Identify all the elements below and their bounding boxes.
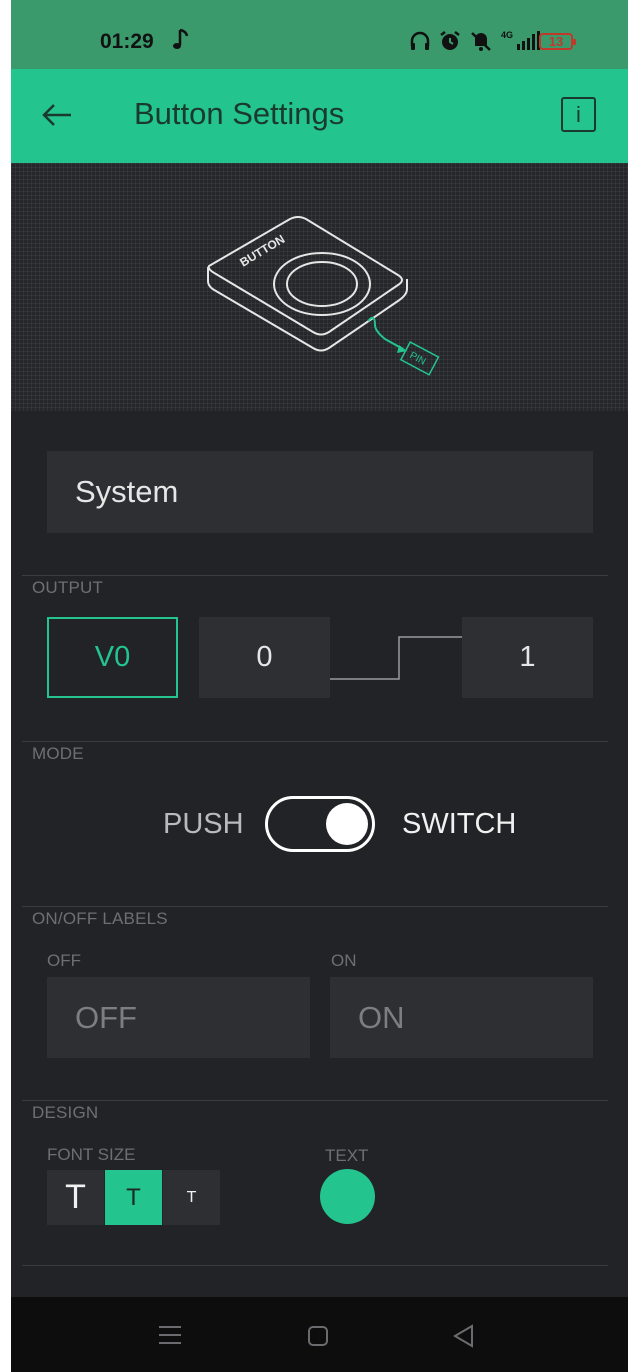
status-bar: 01:29 4G 13 — [11, 0, 628, 69]
widget-name-input[interactable]: System — [47, 451, 593, 533]
toggle-knob — [326, 803, 368, 845]
text-color-label: TEXT — [325, 1146, 369, 1165]
page-title: Button Settings — [134, 96, 345, 131]
step-wave-icon — [330, 636, 462, 680]
font-size-large-button[interactable]: T — [47, 1170, 104, 1225]
divider — [22, 741, 608, 742]
text-color-swatch[interactable] — [320, 1169, 375, 1224]
mode-push-label[interactable]: PUSH — [163, 808, 244, 841]
menu-icon[interactable] — [158, 1325, 182, 1345]
status-time: 01:29 — [100, 30, 154, 53]
divider — [22, 1100, 608, 1101]
mode-toggle[interactable] — [265, 796, 375, 852]
battery-icon: 13 — [539, 33, 576, 50]
button-widget-illustration: BUTTON PIN — [207, 216, 440, 376]
on-field-label: ON — [331, 951, 357, 970]
divider — [22, 1265, 608, 1266]
off-label-input[interactable]: OFF — [47, 977, 310, 1058]
mode-switch-label[interactable]: SWITCH — [402, 808, 516, 841]
info-button[interactable]: i — [561, 97, 596, 132]
back-nav-icon[interactable] — [452, 1324, 474, 1348]
design-section-label: DESIGN — [32, 1103, 99, 1122]
mute-icon — [471, 32, 491, 51]
mode-section-label: MODE — [32, 744, 84, 763]
pin-select-button[interactable]: V0 — [47, 617, 178, 698]
phone-screen: 01:29 4G 13 Button Settings i BUTTON PIN… — [11, 0, 628, 1372]
low-value-input[interactable]: 0 — [199, 617, 330, 698]
widget-preview: BUTTON PIN — [11, 163, 628, 411]
on-label-input[interactable]: ON — [330, 977, 593, 1058]
off-field-label: OFF — [47, 951, 81, 970]
pin-value: V0 — [94, 641, 131, 673]
output-section-label: OUTPUT — [32, 578, 104, 597]
battery-level: 13 — [548, 34, 564, 49]
high-value-input[interactable]: 1 — [462, 617, 593, 698]
labels-section-label: ON/OFF LABELS — [32, 909, 168, 928]
divider — [22, 575, 608, 576]
low-value: 0 — [256, 641, 273, 673]
alarm-icon — [440, 31, 460, 50]
app-bar: Button Settings i — [11, 69, 628, 163]
arrow-left-icon[interactable] — [41, 102, 73, 128]
font-size-label: FONT SIZE — [47, 1145, 136, 1164]
info-icon: i — [576, 101, 581, 127]
music-note-icon — [173, 28, 189, 49]
font-size-medium-button[interactable]: T — [105, 1170, 162, 1225]
home-icon[interactable] — [307, 1325, 329, 1347]
font-size-selector: T T T — [47, 1170, 221, 1225]
network-label: 4G — [501, 30, 514, 40]
button-label: BUTTON — [237, 232, 287, 270]
headphones-icon — [410, 31, 430, 50]
high-value: 1 — [519, 641, 536, 673]
divider — [22, 906, 608, 907]
system-nav-bar — [11, 1297, 628, 1372]
font-size-small-button[interactable]: T — [163, 1170, 220, 1225]
status-icons: 4G — [409, 30, 543, 52]
